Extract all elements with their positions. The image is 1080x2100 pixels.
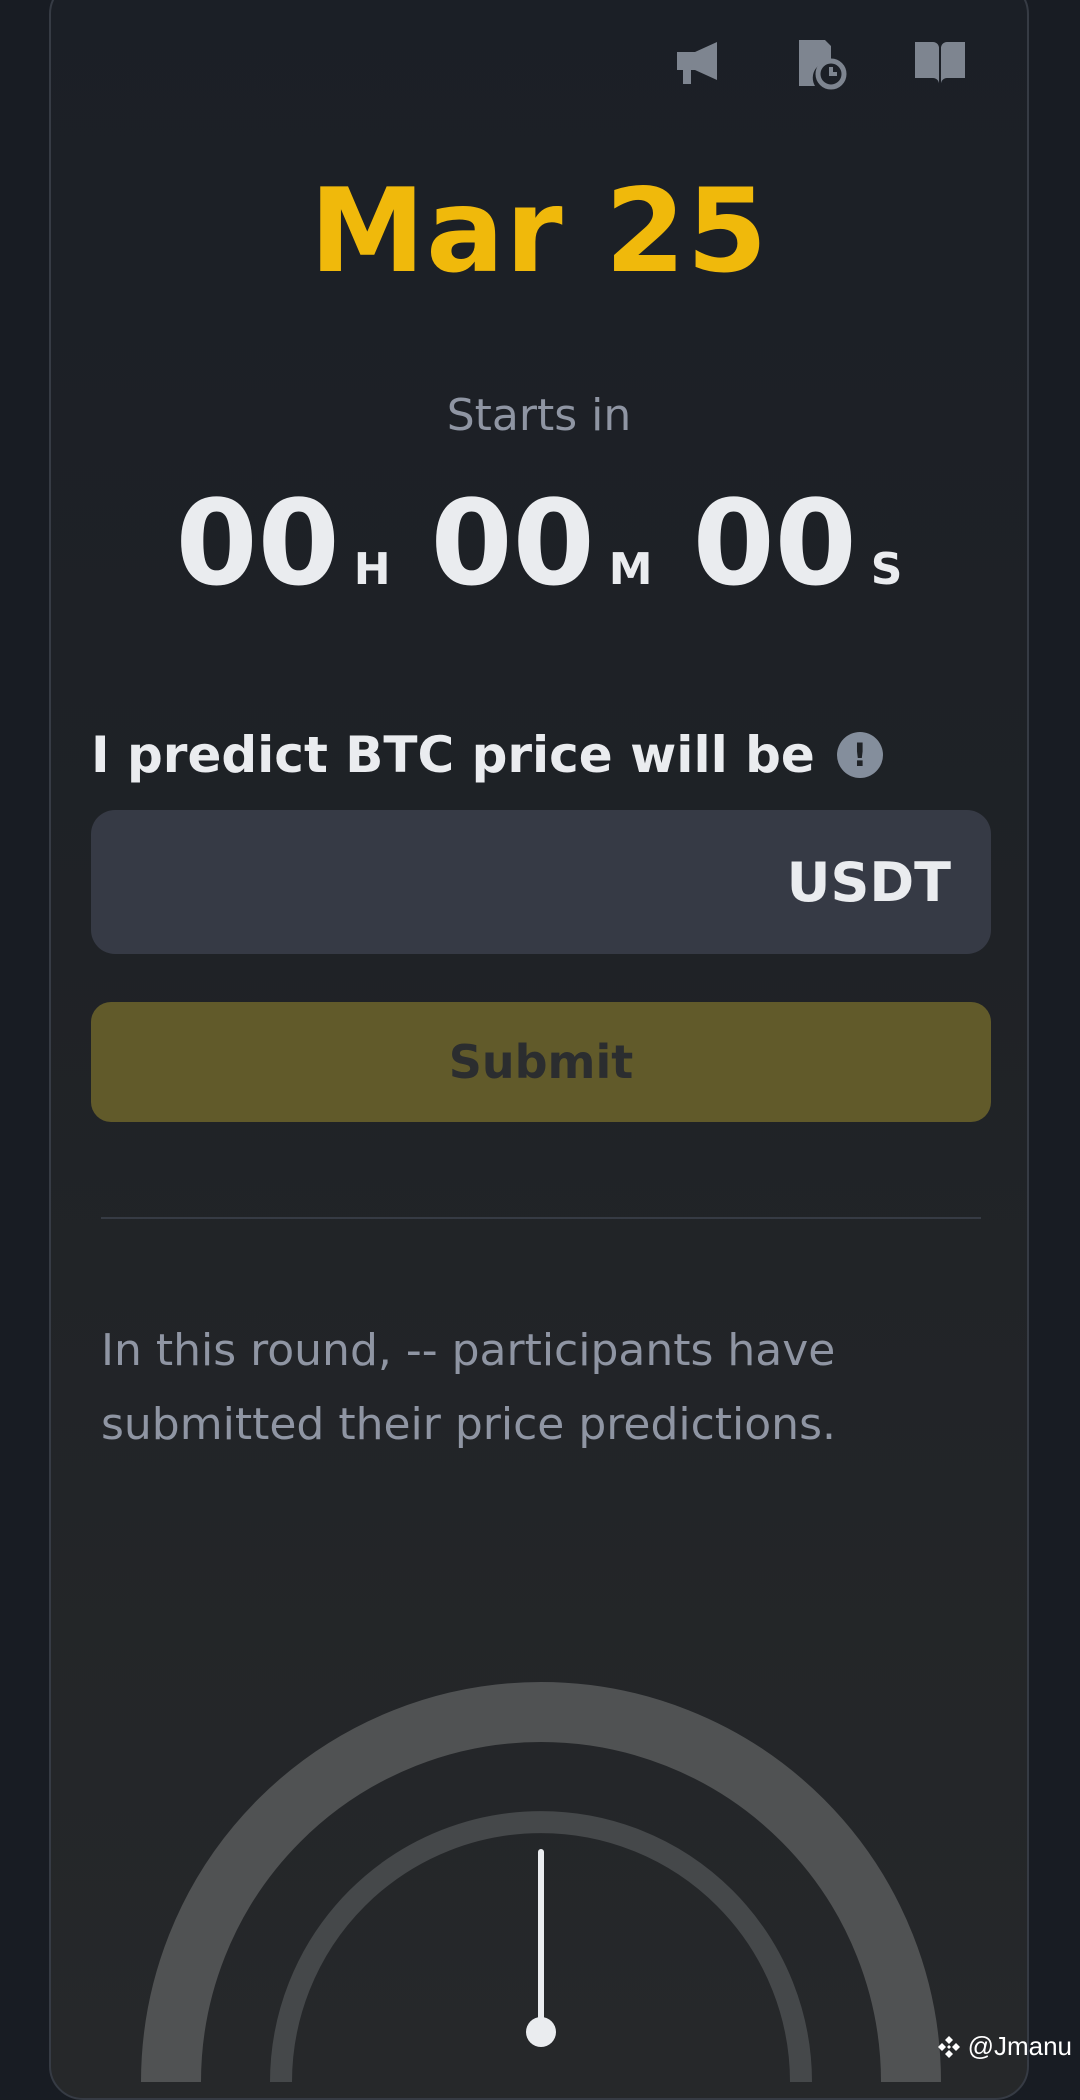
- header-icons: [673, 36, 967, 90]
- currency-label: USDT: [787, 851, 951, 914]
- round-date: Mar 25: [51, 162, 1027, 302]
- watermark: @Jmanu: [936, 2031, 1072, 2062]
- price-input-field[interactable]: USDT: [91, 810, 991, 954]
- prediction-label-row: I predict BTC price will be !: [91, 722, 883, 788]
- megaphone-icon[interactable]: [673, 36, 727, 90]
- countdown-hours-unit: H: [354, 544, 391, 595]
- watermark-text: @Jmanu: [968, 2031, 1072, 2062]
- book-icon[interactable]: [913, 36, 967, 90]
- divider: [101, 1217, 981, 1219]
- submit-button[interactable]: Submit: [91, 1002, 991, 1122]
- binance-logo-icon: [936, 2034, 962, 2060]
- countdown-hours: 00: [176, 474, 340, 612]
- gauge-needle-pivot: [526, 2017, 556, 2047]
- countdown-seconds-unit: S: [871, 544, 903, 595]
- history-icon[interactable]: [793, 36, 847, 90]
- participants-text: In this round, -- participants have subm…: [101, 1314, 981, 1462]
- prediction-label: I predict BTC price will be: [91, 722, 815, 788]
- countdown-minutes: 00: [431, 474, 595, 612]
- price-input[interactable]: [131, 852, 787, 912]
- info-icon[interactable]: !: [837, 732, 883, 778]
- prediction-card: Mar 25 Starts in 00H00M00S I predict BTC…: [49, 0, 1029, 2100]
- starts-in-label: Starts in: [51, 386, 1027, 446]
- countdown-timer: 00H00M00S: [51, 478, 1027, 608]
- countdown-seconds: 00: [693, 474, 857, 612]
- gauge: [141, 1642, 941, 2082]
- countdown-minutes-unit: M: [609, 544, 653, 595]
